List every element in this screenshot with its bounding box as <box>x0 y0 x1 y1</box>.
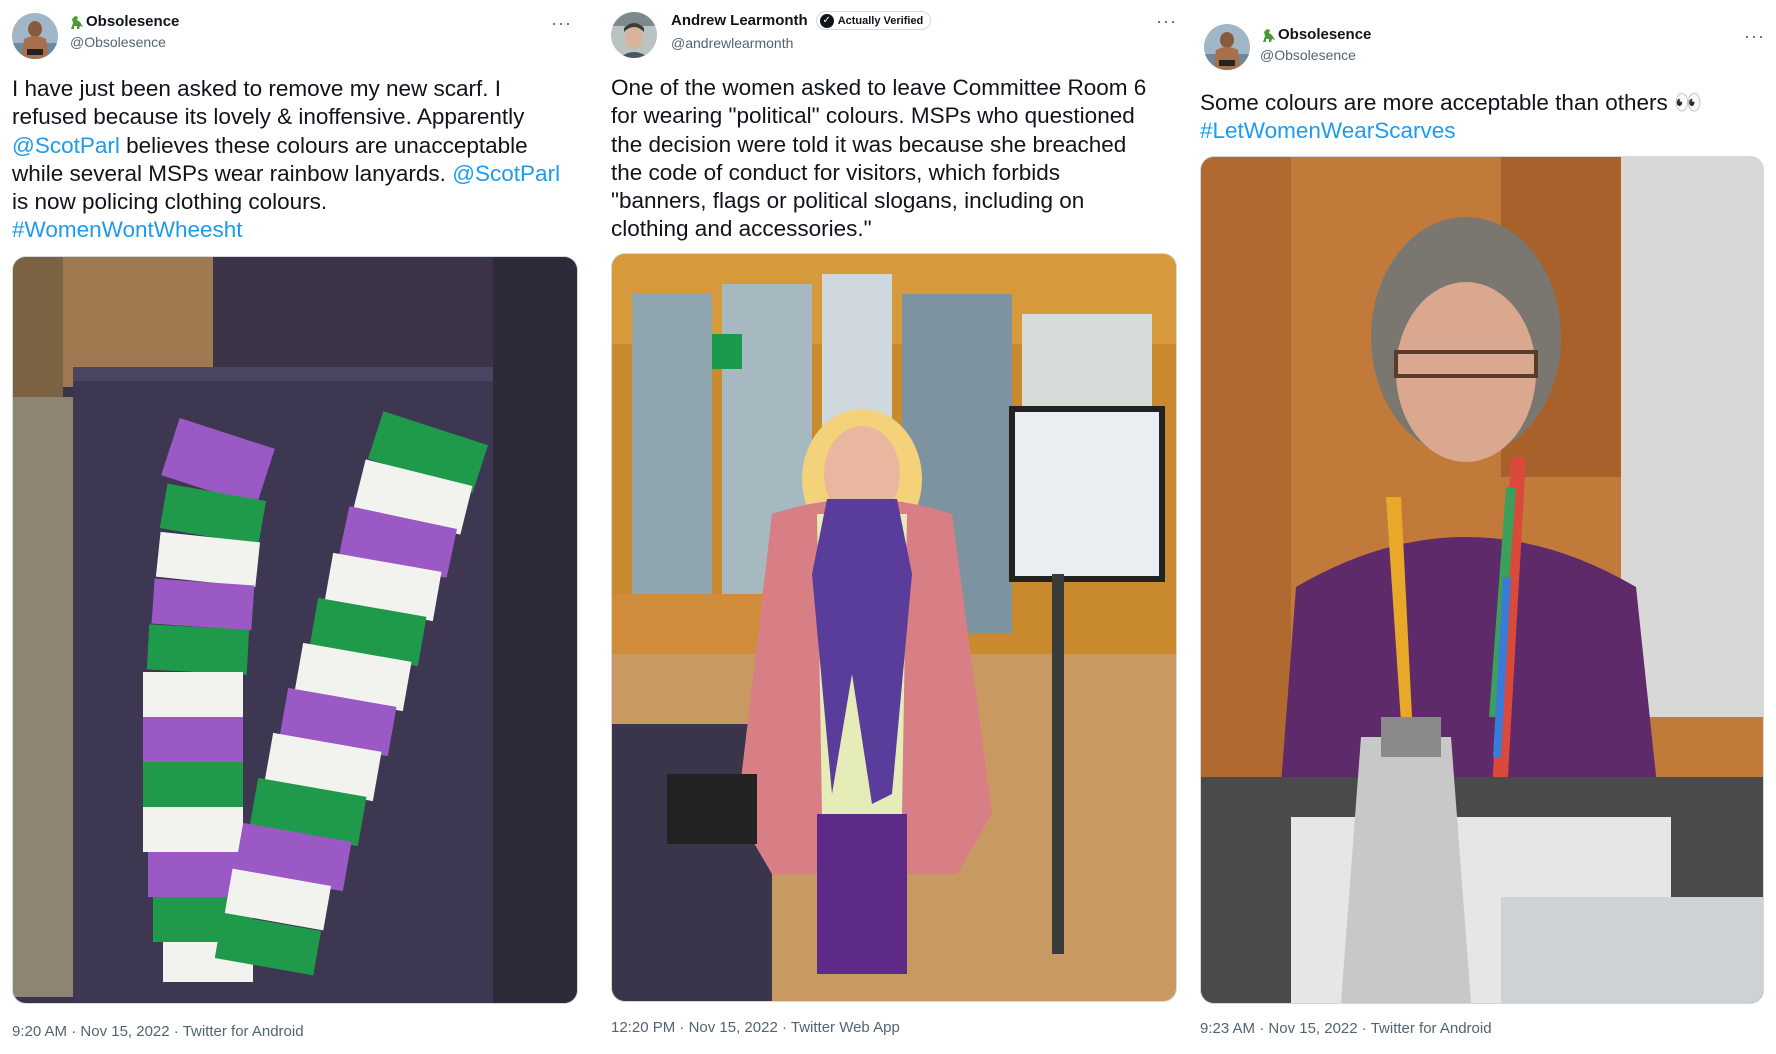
more-options-icon[interactable]: ··· <box>1744 27 1765 45</box>
tweet-text: I have just been asked to remove my new … <box>12 75 582 245</box>
tweet-timestamp[interactable]: 9:20 AM · Nov 15, 2022 · Twitter for And… <box>12 1023 304 1040</box>
tweet-source: Twitter for Android <box>182 1023 304 1040</box>
avatar[interactable] <box>12 13 58 59</box>
author-handle[interactable]: @Obsolesence <box>70 34 166 50</box>
separator: · <box>67 1023 81 1040</box>
tweet-time: 9:20 AM <box>12 1023 68 1040</box>
tweet-source: Twitter for Android <box>1370 1020 1492 1037</box>
tweet-time: 9:23 AM <box>1200 1020 1256 1037</box>
hashtag-link[interactable]: #LetWomenWearScarves <box>1200 117 1770 145</box>
author-name-row[interactable]: Andrew Learmonth ✓ Actually Verified <box>671 11 932 30</box>
tweet-card: Obsolesence @Obsolesence ··· Some colour… <box>1196 0 1776 1054</box>
verified-badge: ✓ Actually Verified <box>815 11 932 30</box>
author-handle[interactable]: @Obsolesence <box>1260 47 1356 63</box>
dinosaur-emoji-icon <box>1263 28 1275 42</box>
tweet-date: Nov 15, 2022 <box>688 1019 778 1036</box>
tweet-text-line: while several MSPs wear rainbow lanyards… <box>12 160 582 188</box>
tweet-text-line: refused because its lovely & inoffensive… <box>12 104 525 130</box>
woman-photo-icon <box>612 254 1176 1001</box>
author-name: Obsolesence <box>1278 26 1372 43</box>
tweet-text-line: clothing and accessories." <box>611 216 872 242</box>
avatar[interactable] <box>1204 24 1250 70</box>
author-handle[interactable]: @andrewlearmonth <box>671 35 793 51</box>
tweet-text-line: is now policing clothing colours. <box>12 189 328 215</box>
tweet-date: Nov 15, 2022 <box>1268 1020 1358 1037</box>
verified-badge-label: Actually Verified <box>837 14 924 27</box>
tweet-text: Some colours are more acceptable than ot… <box>1200 89 1770 146</box>
tweet-text: One of the women asked to leave Committe… <box>611 74 1186 244</box>
tweet-time: 12:20 PM <box>611 1019 676 1036</box>
tweet-card: Obsolesence @Obsolesence ··· I have just… <box>0 0 584 1054</box>
tweet-timestamp[interactable]: 9:23 AM · Nov 15, 2022 · Twitter for And… <box>1200 1020 1492 1037</box>
tweet-text-line: for wearing "political" colours. MSPs wh… <box>611 103 1135 129</box>
tweet-image-scarf[interactable] <box>12 256 578 1004</box>
hashtag-link[interactable]: #WomenWontWheesht <box>12 216 582 244</box>
author-name-row[interactable]: Obsolesence <box>68 13 179 30</box>
avatar[interactable] <box>611 12 657 58</box>
tweet-timestamp[interactable]: 12:20 PM · Nov 15, 2022 · Twitter Web Ap… <box>611 1019 900 1036</box>
tweet-text-line: One of the women asked to leave Committe… <box>611 75 1147 100</box>
verified-check-icon: ✓ <box>819 13 834 28</box>
tweet-text-line: "banners, flags or political slogans, in… <box>611 188 1085 214</box>
tweet-text-line: the code of conduct for visitors, which … <box>611 159 1060 185</box>
tweet-image-woman[interactable] <box>611 253 1177 1002</box>
separator: · <box>1255 1020 1269 1037</box>
tweet-card: Andrew Learmonth ✓ Actually Verified @an… <box>600 0 1188 1054</box>
tweet-text-line: the decision were told it was because sh… <box>611 131 1127 157</box>
tweet-date: Nov 15, 2022 <box>80 1023 170 1040</box>
tweet-text-line: Some colours are more acceptable than ot… <box>1200 90 1703 115</box>
tweet-text-segment: while several MSPs wear rainbow lanyards… <box>12 160 453 186</box>
separator: · <box>675 1019 689 1036</box>
more-options-icon[interactable]: ··· <box>551 14 572 32</box>
author-name: Andrew Learmonth <box>671 12 808 29</box>
dinosaur-emoji-icon <box>71 15 83 29</box>
tweet-image-lanyard[interactable] <box>1200 156 1764 1004</box>
mention-link[interactable]: @ScotParl <box>452 161 560 186</box>
tweet-source: Twitter Web App <box>790 1019 900 1036</box>
tweet-text-line: @ScotParl believes these colours are una… <box>12 132 582 160</box>
tweet-text-segment: believes these colours are unacceptable <box>119 132 528 158</box>
mention-link[interactable]: @ScotParl <box>12 133 120 158</box>
tweet-text-line: I have just been asked to remove my new … <box>12 76 501 101</box>
separator: · <box>169 1023 183 1040</box>
author-name-row[interactable]: Obsolesence <box>1260 26 1371 43</box>
msp-lanyard-photo-icon <box>1201 157 1763 1003</box>
separator: · <box>777 1019 791 1036</box>
author-name: Obsolesence <box>86 13 180 30</box>
more-options-icon[interactable]: ··· <box>1156 12 1177 30</box>
separator: · <box>1357 1020 1371 1037</box>
striped-scarf-icon <box>13 257 577 1003</box>
